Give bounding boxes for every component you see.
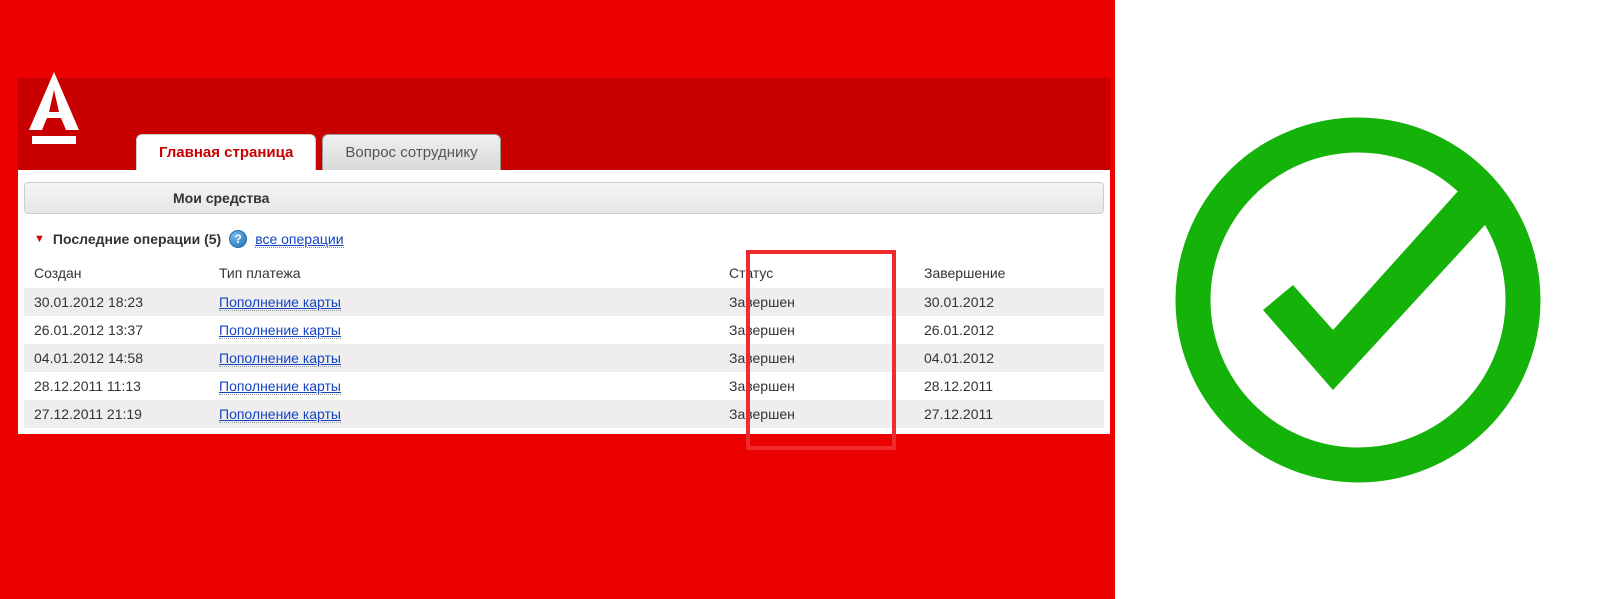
operations-table-wrap: Создан Тип платежа Статус Завершение 30.… <box>18 258 1110 434</box>
payment-type-link[interactable]: Пополнение карты <box>219 294 341 311</box>
cell-status: Завершен <box>719 372 914 400</box>
tab-bar: Главная страница Вопрос сотруднику <box>136 134 501 170</box>
cell-status: Завершен <box>719 316 914 344</box>
cell-completed: 28.12.2011 <box>914 372 1104 400</box>
cell-status: Завершен <box>719 288 914 316</box>
cell-completed: 30.01.2012 <box>914 288 1104 316</box>
table-row: 26.01.2012 13:37 Пополнение карты Завершен… <box>24 316 1104 344</box>
tab-ask-employee[interactable]: Вопрос сотруднику <box>322 134 500 170</box>
cell-status: Завершен <box>719 344 914 372</box>
table-header-row: Создан Тип платежа Статус Завершение <box>24 258 1104 288</box>
cell-type: Пополнение карты <box>209 372 719 400</box>
cell-completed: 27.12.2011 <box>914 400 1104 428</box>
success-checkmark-icon <box>1168 110 1548 490</box>
payment-type-link[interactable]: Пополнение карты <box>219 406 341 423</box>
operations-table: Создан Тип платежа Статус Завершение 30.… <box>24 258 1104 428</box>
cell-completed: 04.01.2012 <box>914 344 1104 372</box>
payment-type-link[interactable]: Пополнение карты <box>219 378 341 395</box>
help-icon[interactable]: ? <box>229 230 247 248</box>
col-header-type: Тип платежа <box>209 258 719 288</box>
content-area: Мои средства ▼ Последние операции (5) ? … <box>18 182 1110 434</box>
app-window: Главная страница Вопрос сотруднику Мои с… <box>18 78 1110 434</box>
header-bar: Главная страница Вопрос сотруднику <box>18 78 1110 170</box>
bank-logo-icon <box>24 72 84 146</box>
section-my-funds-title: Мои средства <box>24 182 1104 214</box>
table-row: 04.01.2012 14:58 Пополнение карты Завершен… <box>24 344 1104 372</box>
collapse-toggle-icon[interactable]: ▼ <box>34 233 45 245</box>
cell-created: 28.12.2011 11:13 <box>24 372 209 400</box>
screenshot-panel: Главная страница Вопрос сотруднику Мои с… <box>0 0 1115 599</box>
cell-created: 26.01.2012 13:37 <box>24 316 209 344</box>
col-header-created: Создан <box>24 258 209 288</box>
col-header-done: Завершение <box>914 258 1104 288</box>
all-operations-link[interactable]: все операции <box>255 231 343 248</box>
cell-completed: 26.01.2012 <box>914 316 1104 344</box>
cell-type: Пополнение карты <box>209 344 719 372</box>
cell-type: Пополнение карты <box>209 400 719 428</box>
payment-type-link[interactable]: Пополнение карты <box>219 322 341 339</box>
col-header-status: Статус <box>719 258 914 288</box>
cell-created: 27.12.2011 21:19 <box>24 400 209 428</box>
cell-created: 04.01.2012 14:58 <box>24 344 209 372</box>
tab-main-page[interactable]: Главная страница <box>136 134 316 170</box>
cell-created: 30.01.2012 18:23 <box>24 288 209 316</box>
table-row: 30.01.2012 18:23 Пополнение карты Завершен… <box>24 288 1104 316</box>
payment-type-link[interactable]: Пополнение карты <box>219 350 341 367</box>
recent-operations-title: Последние операции (5) <box>53 231 221 247</box>
checkmark-panel <box>1115 0 1600 599</box>
cell-type: Пополнение карты <box>209 316 719 344</box>
table-row: 27.12.2011 21:19 Пополнение карты Завершен… <box>24 400 1104 428</box>
table-row: 28.12.2011 11:13 Пополнение карты Завершен… <box>24 372 1104 400</box>
cell-type: Пополнение карты <box>209 288 719 316</box>
recent-operations-header: ▼ Последние операции (5) ? все операции <box>18 224 1110 258</box>
cell-status: Завершен <box>719 400 914 428</box>
